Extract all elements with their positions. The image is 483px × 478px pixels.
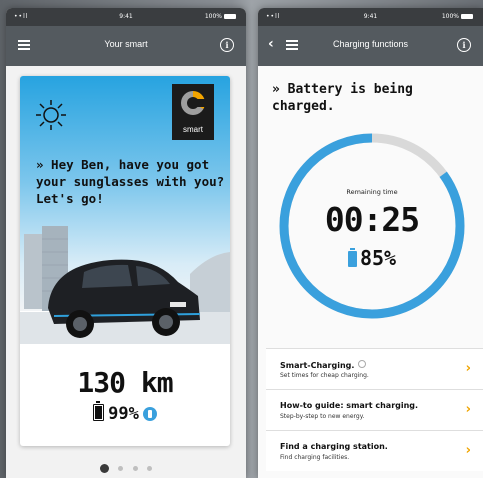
charging-menu: Smart-Charging. Set times for cheap char… <box>266 348 483 471</box>
charging-gauge: Remaining time 00:25 85% <box>274 128 470 324</box>
battery-status-icon <box>461 14 473 19</box>
brand-name: smart <box>183 125 203 134</box>
top-nav-bar: ‹ Charging functions i <box>258 26 483 66</box>
page-dot[interactable] <box>146 466 152 471</box>
plug-icon <box>142 407 157 421</box>
menu-item-title: Smart-Charging. <box>280 360 367 370</box>
smart-logo: smart <box>172 84 214 140</box>
car-image <box>20 226 230 344</box>
remaining-time-value: 00:25 <box>324 200 420 239</box>
status-bar: ••ll 9:41 100% <box>6 8 246 26</box>
range-value: 130 km <box>77 366 173 399</box>
chevron-right-icon: › <box>465 402 471 417</box>
battery-status-icon <box>224 14 236 19</box>
sun-icon <box>36 100 66 130</box>
page-title: Your smart <box>104 39 148 49</box>
clock-icon <box>358 360 367 368</box>
charge-percent-value: 85% <box>359 246 397 270</box>
remaining-time-label: Remaining time <box>346 188 398 196</box>
battery-percent-label: 100% <box>204 13 222 20</box>
battery-percent-label: 100% <box>441 13 459 20</box>
battery-status: 100% <box>205 13 236 20</box>
menu-item-subtitle: Step-by-step to new energy. <box>280 413 365 420</box>
page-dot-active[interactable] <box>100 464 110 473</box>
info-icon[interactable]: i <box>457 38 471 52</box>
chevron-right-icon: › <box>465 361 471 376</box>
charge-status: 99% <box>20 401 230 424</box>
page-title: Charging functions <box>332 39 409 49</box>
menu-item-smart-charging[interactable]: Smart-Charging. Set times for cheap char… <box>266 348 483 389</box>
menu-item-how-to-guide[interactable]: How-to guide: smart charging. Step-by-st… <box>266 389 483 430</box>
charging-screen: ••ll 9:41 100% ‹ Charging functions i » … <box>258 8 483 478</box>
greeting-headline: » Hey Ben, have you got your sunglasses … <box>36 157 225 206</box>
charge-percent: 85% <box>274 246 470 270</box>
info-icon[interactable]: i <box>220 38 234 52</box>
welcome-card[interactable]: smart » Hey Ben, have you got your sungl… <box>20 76 230 446</box>
page-dot[interactable] <box>118 466 124 471</box>
menu-item-title: Find a charging station. <box>280 442 388 451</box>
menu-item-subtitle: Find charging facilities. <box>280 454 350 461</box>
battery-icon <box>93 401 105 421</box>
chevron-right-icon: › <box>465 443 471 458</box>
menu-item-subtitle: Set times for cheap charging. <box>280 372 369 379</box>
menu-item-find-station[interactable]: Find a charging station. Find charging f… <box>266 430 483 471</box>
battery-status: 100% <box>442 13 473 20</box>
battery-icon <box>347 248 357 267</box>
menu-item-title: How-to guide: smart charging. <box>280 401 419 410</box>
page-dot[interactable] <box>132 466 138 471</box>
charge-percent: 99% <box>108 404 139 424</box>
home-screen: ••ll 9:41 100% Your smart i smart » Hey … <box>6 8 246 478</box>
charging-status-title: » Battery is being charged. <box>272 82 413 114</box>
status-bar: ••ll 9:41 100% <box>258 8 483 26</box>
page-indicator[interactable] <box>6 458 246 477</box>
top-nav-bar: Your smart i <box>6 26 246 66</box>
